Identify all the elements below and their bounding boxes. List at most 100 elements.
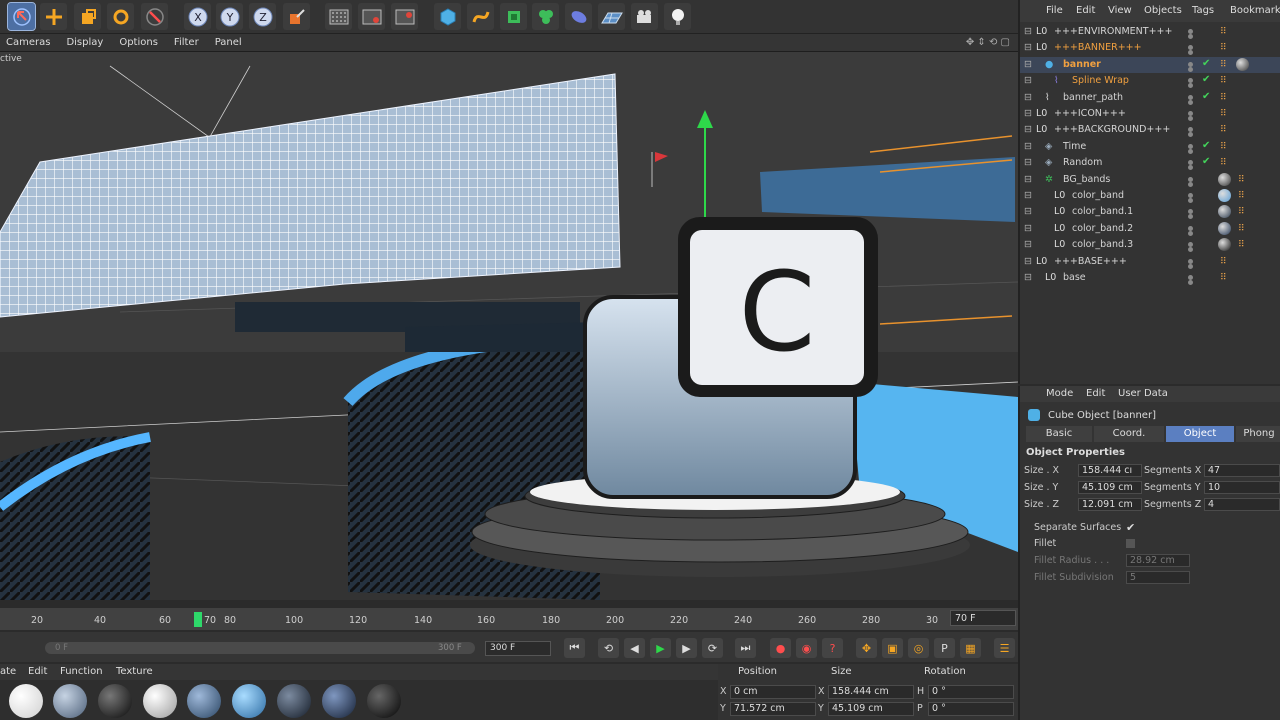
menu-display[interactable]: Display [66,37,103,48]
expand-icon[interactable]: ⊟ [1024,124,1032,135]
editor-visibility-dot[interactable] [1188,258,1193,264]
xpresso-tag-icon[interactable]: ⠿ [1220,109,1227,119]
xpresso-tag-icon[interactable]: ⠿ [1220,43,1227,53]
spline-icon[interactable] [467,3,494,30]
segments-y-field[interactable]: 10 [1204,481,1280,494]
object-row[interactable]: ⊟ L0 +++BACKGROUND+++ ⠿ [1020,122,1280,138]
render-picture-icon[interactable] [358,3,385,30]
xpresso-tag-icon[interactable]: ⠿ [1220,60,1227,70]
menu-mode[interactable]: Mode [1046,388,1073,399]
size-x-field[interactable]: 158.444 cı [1078,464,1142,477]
render-visibility-dot[interactable] [1188,230,1193,236]
menu-options[interactable]: Options [119,37,158,48]
frame-range-slider[interactable]: 0 F [45,642,475,654]
editor-visibility-dot[interactable] [1188,176,1193,182]
expand-icon[interactable]: ⊟ [1024,239,1032,250]
tab-object[interactable]: Object [1166,426,1234,442]
keyframe-help-icon[interactable]: ? [822,638,843,658]
enabled-check-icon[interactable]: ✔ [1202,156,1210,167]
object-row[interactable]: ⊟ ◈ Time ✔ ⠿ [1020,139,1280,155]
key-position-icon[interactable]: ✥ [856,638,877,658]
end-frame-field[interactable]: 300 F [485,641,551,656]
render-visibility-dot[interactable] [1188,181,1193,187]
material-swatch[interactable] [98,684,132,718]
menu-edit[interactable]: Edit [1086,388,1105,399]
menu-edit[interactable]: Edit [28,666,47,677]
expand-icon[interactable]: ⊟ [1024,256,1032,267]
x-axis-icon[interactable]: X [184,3,211,30]
render-visibility-dot[interactable] [1188,263,1193,269]
material-swatch[interactable] [232,684,266,718]
array-icon[interactable] [532,3,559,30]
go-start-icon[interactable]: ⏮ [564,638,585,658]
material-swatch[interactable] [367,684,401,718]
menu-bookmarks[interactable]: Bookmarks [1230,5,1280,16]
render-visibility-dot[interactable] [1188,99,1193,105]
autokey-icon[interactable]: ◉ [796,638,817,658]
size-z-field[interactable]: 12.091 cm [1078,498,1142,511]
key-param-icon[interactable]: P [934,638,955,658]
expand-icon[interactable]: ⊟ [1024,59,1032,70]
render-visibility-dot[interactable] [1188,132,1193,138]
undo-arrow-icon[interactable] [141,3,168,30]
expand-icon[interactable]: ⊟ [1024,206,1032,217]
menu-objects[interactable]: Objects [1144,5,1182,16]
object-row[interactable]: ⊟ L0 color_band.3 ⠿ [1020,237,1280,253]
tab-phong[interactable]: Phong [1236,426,1280,442]
enabled-check-icon[interactable]: ✔ [1202,74,1210,85]
render-visibility-dot[interactable] [1188,198,1193,203]
material-tag-icon[interactable] [1218,238,1231,252]
material-swatch[interactable] [53,684,87,718]
current-frame-field[interactable]: 70 F [950,610,1016,626]
object-row[interactable]: ⊟ L0 color_band.2 ⠿ [1020,221,1280,237]
coordinate-system-icon[interactable] [283,3,310,30]
object-row[interactable]: ⊟ L0 base ⠿ [1020,270,1280,286]
menu-edit[interactable]: Edit [1076,5,1095,16]
menu-tags[interactable]: Tags [1192,5,1214,16]
expand-icon[interactable]: ⊟ [1024,157,1032,168]
enabled-check-icon[interactable]: ✔ [1202,58,1210,69]
next-key-icon[interactable]: ⟳ [702,638,723,658]
material-tag-icon[interactable] [1236,57,1249,71]
render-visibility-dot[interactable] [1188,116,1193,121]
expand-icon[interactable]: ⊟ [1024,26,1032,37]
object-row[interactable]: ⊟ ⌇ banner_path ✔ ⠿ [1020,90,1280,106]
z-axis-icon[interactable]: Z [249,3,276,30]
expand-icon[interactable]: ⊟ [1024,75,1032,86]
render-visibility-dot[interactable] [1188,247,1193,253]
size-x-field[interactable]: 158.444 cm [828,685,914,699]
expand-icon[interactable]: ⊟ [1024,108,1032,119]
position-x-field[interactable]: 0 cm [730,685,816,699]
menu-texture[interactable]: Texture [116,666,153,677]
subdivision-icon[interactable] [500,3,527,30]
object-row[interactable]: ⊟ L0 +++BASE+++ ⠿ [1020,254,1280,270]
object-row[interactable]: ⊟ L0 color_band ⠿ [1020,188,1280,204]
xpresso-tag-icon[interactable]: ⠿ [1220,76,1227,86]
menu-create[interactable]: ate [0,666,16,677]
render-visibility-dot[interactable] [1188,34,1193,39]
object-row[interactable]: ⊟ L0 color_band.1 ⠿ [1020,204,1280,220]
object-row[interactable]: ⊟ ✲ BG_bands ⠿ [1020,172,1280,188]
expand-icon[interactable]: ⊟ [1024,92,1032,103]
render-view-icon[interactable] [325,3,352,30]
menu-user-data[interactable]: User Data [1118,388,1168,399]
key-scale-icon[interactable]: ▣ [882,638,903,658]
y-axis-icon[interactable]: Y [216,3,243,30]
material-swatch[interactable] [143,684,177,718]
expand-icon[interactable]: ⊟ [1024,42,1032,53]
size-y-field[interactable]: 45.109 cm [828,702,914,716]
fillet-radius-field[interactable]: 28.92 cm [1126,554,1190,567]
xpresso-tag-icon[interactable]: ⠿ [1220,125,1227,135]
menu-panel[interactable]: Panel [215,37,242,48]
rotate-icon[interactable] [107,3,134,30]
key-rotation-icon[interactable]: ◎ [908,638,929,658]
enabled-check-icon[interactable]: ✔ [1202,140,1210,151]
next-frame-icon[interactable]: ▶ [676,638,697,658]
xpresso-tag-icon[interactable]: ⠿ [1220,142,1227,152]
rotation-p-field[interactable]: 0 ° [928,702,1014,716]
object-row[interactable]: ⊟ ⌇ Spline Wrap ✔ ⠿ [1020,73,1280,89]
render-visibility-dot[interactable] [1188,50,1193,56]
fillet-subdivision-field[interactable]: 5 [1126,571,1190,584]
menu-filter[interactable]: Filter [174,37,199,48]
expand-icon[interactable]: ⊟ [1024,141,1032,152]
